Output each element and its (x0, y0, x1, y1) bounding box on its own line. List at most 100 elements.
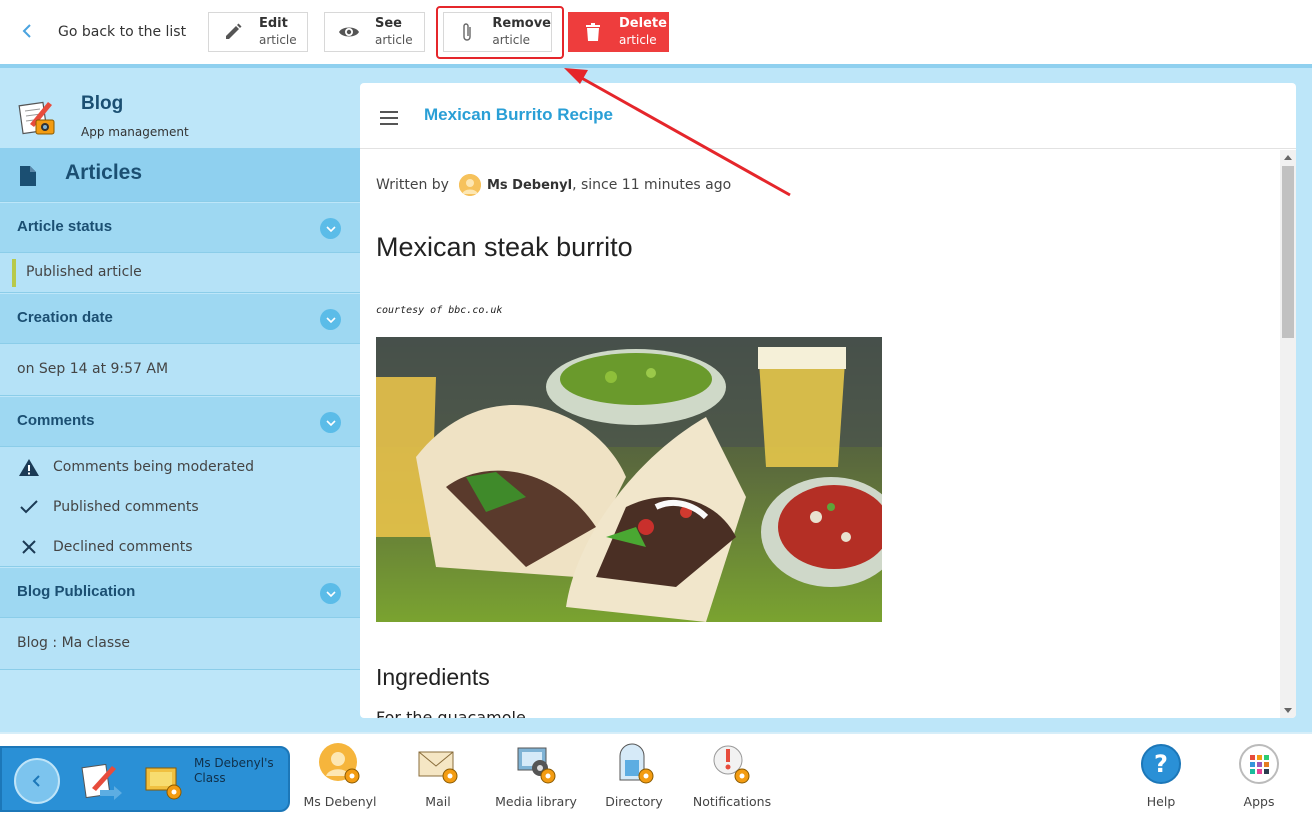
scrollbar-thumb[interactable] (1282, 166, 1294, 338)
scroll-down-icon[interactable] (1284, 708, 1292, 713)
dock-mail[interactable]: Mail (393, 742, 483, 814)
creation-date-value-row: on Sep 14 at 9:57 AM (0, 344, 360, 396)
dock-help[interactable]: ? Help (1116, 742, 1206, 814)
dock-media-library[interactable]: Media library (491, 742, 581, 814)
edit-sublabel: article (259, 33, 297, 47)
dock-directory[interactable]: Directory (589, 742, 679, 814)
blog-app-icon[interactable] (80, 760, 124, 804)
chevron-down-icon[interactable] (320, 412, 341, 433)
comments-list: Comments being moderated Published comme… (0, 447, 360, 567)
remove-article-button[interactable]: Remove article (443, 12, 552, 52)
bottom-dock: Ms Debenyl's Class Ms Debenyl Mail Media… (0, 732, 1312, 820)
comments-published-label: Published comments (53, 499, 199, 515)
chevron-down-icon[interactable] (320, 309, 341, 330)
warning-icon (17, 457, 41, 477)
directory-icon (612, 742, 656, 786)
ingredients-heading: Ingredients (376, 664, 490, 690)
scroll-up-icon[interactable] (1284, 155, 1292, 160)
panel-header: Mexican Burrito Recipe (360, 83, 1296, 149)
creation-date-header[interactable]: Creation date (0, 294, 360, 344)
burrito-photo (376, 337, 901, 622)
blog-publication-heading: Blog Publication (17, 583, 136, 600)
article-scrollbar[interactable] (1280, 150, 1296, 718)
see-label: See (375, 16, 402, 31)
author-avatar (458, 174, 481, 196)
notifications-icon (710, 742, 754, 786)
dock-profile[interactable]: Ms Debenyl (295, 742, 385, 814)
comments-header[interactable]: Comments (0, 397, 360, 447)
class-icon[interactable] (144, 762, 184, 802)
dock-notifications[interactable]: Notifications (687, 742, 777, 814)
top-toolbar: Go back to the list Edit article See art… (0, 0, 1312, 64)
articles-nav-item[interactable]: Articles (0, 148, 360, 202)
posted-since: , since 11 minutes ago (572, 177, 732, 193)
article-status-header[interactable]: Article status (0, 203, 360, 253)
class-switcher[interactable]: Ms Debenyl's Class (0, 746, 290, 812)
dock-help-label: Help (1146, 794, 1176, 809)
chevron-down-icon[interactable] (320, 583, 341, 604)
creation-date-heading: Creation date (17, 309, 113, 326)
delete-label: Delete (619, 16, 667, 31)
check-icon (17, 497, 41, 517)
dock-mail-label: Mail (425, 794, 451, 809)
article-status-heading: Article status (17, 218, 113, 235)
chevron-down-icon[interactable] (320, 218, 341, 239)
dock-media-library-label: Media library (495, 794, 577, 809)
courtesy-note: courtesy of bbc.co.uk (376, 305, 503, 316)
blog-publication-header[interactable]: Blog Publication (0, 568, 360, 618)
comments-heading: Comments (17, 412, 95, 429)
edit-label: Edit (259, 16, 288, 31)
menu-icon[interactable] (380, 111, 398, 125)
sidebar: Blog App management Articles Article sta… (0, 68, 360, 732)
blog-publication-value-row: Blog : Ma classe (0, 618, 360, 670)
article-panel: Mexican Burrito Recipe Written by Ms Deb… (360, 83, 1296, 718)
back-label: Go back to the list (58, 24, 187, 40)
dock-apps[interactable]: Apps (1214, 742, 1304, 814)
apps-icon (1237, 742, 1281, 786)
dock-notifications-label: Notifications (692, 794, 772, 809)
article-title: Mexican steak burrito (376, 232, 633, 262)
mail-icon (416, 742, 460, 786)
guacamole-subheading: For the guacamole (376, 708, 526, 718)
chevron-left-icon (22, 22, 44, 43)
pencil-icon (221, 20, 245, 44)
article-content: Written by Ms Debenyl , since 11 minutes… (360, 150, 1296, 718)
delete-article-button[interactable]: Delete article (568, 12, 669, 52)
eye-icon (337, 20, 361, 44)
author-name[interactable]: Ms Debenyl (487, 178, 572, 193)
app-header: Blog App management (0, 68, 360, 148)
comments-published-item[interactable]: Published comments (17, 497, 199, 517)
class-name: Ms Debenyl's Class (194, 756, 274, 785)
comments-moderated-label: Comments being moderated (53, 459, 254, 475)
see-sublabel: article (375, 33, 413, 47)
edit-article-button[interactable]: Edit article (208, 12, 308, 52)
article-status-value: Published article (26, 264, 142, 280)
back-to-list-link[interactable]: Go back to the list (22, 18, 186, 46)
chevron-left-icon[interactable] (14, 758, 60, 804)
remove-sublabel: article (492, 33, 531, 47)
blog-publication-value: Blog : Ma classe (17, 635, 131, 651)
comments-declined-item[interactable]: Declined comments (17, 537, 193, 557)
dock-profile-label: Ms Debenyl (303, 794, 377, 809)
paperclip-icon (456, 20, 478, 44)
remove-label: Remove (492, 16, 551, 31)
dock-directory-label: Directory (605, 794, 663, 809)
written-by-label: Written by (376, 177, 449, 193)
app-title: Blog (81, 93, 124, 114)
byline: Written by Ms Debenyl , since 11 minutes… (376, 174, 731, 196)
media-library-icon (514, 742, 558, 786)
creation-date-value: on Sep 14 at 9:57 AM (17, 361, 169, 377)
articles-label: Articles (65, 161, 143, 184)
trash-icon (581, 20, 605, 44)
help-icon: ? (1139, 742, 1183, 786)
profile-icon (318, 742, 362, 786)
x-icon (17, 537, 41, 557)
blog-app-icon (18, 98, 58, 138)
comments-moderated-item[interactable]: Comments being moderated (17, 457, 254, 477)
see-article-button[interactable]: See article (324, 12, 425, 52)
panel-title: Mexican Burrito Recipe (424, 105, 613, 124)
status-indicator-bar (12, 259, 16, 287)
delete-sublabel: article (619, 33, 657, 47)
article-status-value-row: Published article (0, 253, 360, 293)
document-icon (19, 165, 37, 187)
